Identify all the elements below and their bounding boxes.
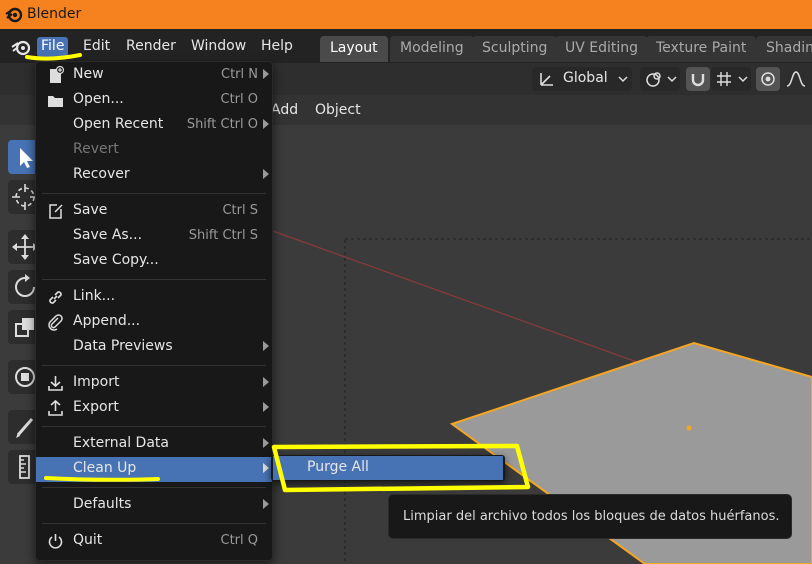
menu-file[interactable]: File bbox=[37, 37, 69, 57]
menu-separator bbox=[42, 279, 266, 280]
menu-item-append[interactable]: Append... bbox=[36, 310, 272, 335]
pivot-point-dropdown[interactable] bbox=[640, 67, 680, 91]
submenu-arrow-icon bbox=[263, 377, 269, 387]
chevron-down-icon bbox=[738, 76, 748, 83]
menu-add[interactable]: Add bbox=[271, 102, 298, 118]
folder-icon bbox=[48, 96, 63, 107]
menu-item-quit[interactable]: Quit Ctrl Q bbox=[36, 529, 272, 554]
tooltip: Limpiar del archivo todos los bloques de… bbox=[388, 494, 792, 539]
menu-item-clean-up[interactable]: Clean Up bbox=[36, 457, 272, 482]
menu-item-save-copy[interactable]: Save Copy... bbox=[36, 249, 272, 274]
falloff-curve-icon[interactable] bbox=[786, 70, 806, 88]
menu-item-new[interactable]: New Ctrl N bbox=[36, 63, 272, 88]
transform-orientation-icon bbox=[540, 73, 553, 86]
tab-uv-editing[interactable]: UV Editing bbox=[555, 36, 649, 62]
menu-item-external-data[interactable]: External Data bbox=[36, 432, 272, 457]
power-icon bbox=[48, 534, 63, 549]
menu-edit[interactable]: Edit bbox=[79, 37, 114, 57]
chevron-down-icon bbox=[618, 76, 628, 83]
menu-item-open[interactable]: Open... Ctrl O bbox=[36, 88, 272, 113]
tab-layout[interactable]: Layout bbox=[320, 36, 388, 62]
orientation-label: Global bbox=[563, 70, 608, 86]
menu-window[interactable]: Window bbox=[187, 37, 250, 57]
submenu-arrow-icon bbox=[263, 69, 269, 79]
menu-item-export[interactable]: Export bbox=[36, 396, 272, 421]
submenu-arrow-icon bbox=[263, 402, 269, 412]
clean-up-submenu: Purge All bbox=[271, 455, 505, 481]
chevron-down-icon bbox=[667, 76, 677, 83]
menu-item-link[interactable]: Link... bbox=[36, 285, 272, 310]
menu-item-save[interactable]: Save Ctrl S bbox=[36, 199, 272, 224]
submenu-arrow-icon bbox=[263, 169, 269, 179]
tab-sculpting[interactable]: Sculpting bbox=[472, 36, 558, 62]
menu-object[interactable]: Object bbox=[315, 102, 361, 118]
file-menu: New Ctrl N Open... Ctrl O Open Recent Sh… bbox=[35, 61, 273, 561]
submenu-arrow-icon bbox=[263, 438, 269, 448]
magnet-icon bbox=[691, 74, 705, 87]
blender-logo-icon bbox=[5, 7, 23, 23]
menu-item-recover[interactable]: Recover bbox=[36, 163, 272, 188]
submenu-arrow-icon bbox=[263, 463, 269, 473]
menu-item-data-previews[interactable]: Data Previews bbox=[36, 335, 272, 360]
menu-separator bbox=[42, 523, 266, 524]
submenu-arrow-icon bbox=[263, 341, 269, 351]
new-file-icon bbox=[50, 66, 65, 83]
menu-separator bbox=[42, 365, 266, 366]
pivot-icon bbox=[646, 72, 661, 87]
menu-separator bbox=[42, 487, 266, 488]
import-icon bbox=[48, 376, 63, 391]
proportional-edit-toggle[interactable] bbox=[756, 67, 780, 91]
paperclip-icon bbox=[48, 314, 63, 331]
blender-menu-icon[interactable] bbox=[10, 37, 32, 57]
menu-item-open-recent[interactable]: Open Recent Shift Ctrl O bbox=[36, 113, 272, 138]
title-bar: Blender bbox=[0, 0, 812, 29]
tooltip-text: Limpiar del archivo todos los bloques de… bbox=[403, 509, 780, 524]
menu-item-save-as[interactable]: Save As... Shift Ctrl S bbox=[36, 224, 272, 249]
menu-item-defaults[interactable]: Defaults bbox=[36, 493, 272, 518]
window-title: Blender bbox=[27, 6, 82, 22]
tab-texture-paint[interactable]: Texture Paint bbox=[646, 36, 757, 62]
tab-modeling[interactable]: Modeling bbox=[390, 36, 474, 62]
proportional-edit-icon bbox=[761, 72, 775, 86]
link-icon bbox=[49, 291, 62, 304]
menu-render[interactable]: Render bbox=[122, 37, 180, 57]
snap-toggle[interactable] bbox=[686, 67, 710, 91]
menu-separator bbox=[42, 193, 266, 194]
tab-shading[interactable]: Shading bbox=[756, 36, 812, 62]
menu-item-purge-all[interactable]: Purge All bbox=[273, 456, 503, 480]
menu-item-import[interactable]: Import bbox=[36, 371, 272, 396]
orientation-dropdown[interactable]: Global bbox=[532, 67, 632, 91]
snap-grid-icon bbox=[717, 72, 731, 86]
menu-help[interactable]: Help bbox=[257, 37, 297, 57]
menu-item-revert[interactable]: Revert bbox=[36, 138, 272, 163]
menu-separator bbox=[42, 426, 266, 427]
save-icon bbox=[49, 204, 63, 219]
snap-target-dropdown[interactable] bbox=[711, 67, 751, 91]
submenu-arrow-icon bbox=[263, 119, 269, 129]
export-icon bbox=[48, 399, 63, 416]
submenu-arrow-icon bbox=[263, 499, 269, 509]
